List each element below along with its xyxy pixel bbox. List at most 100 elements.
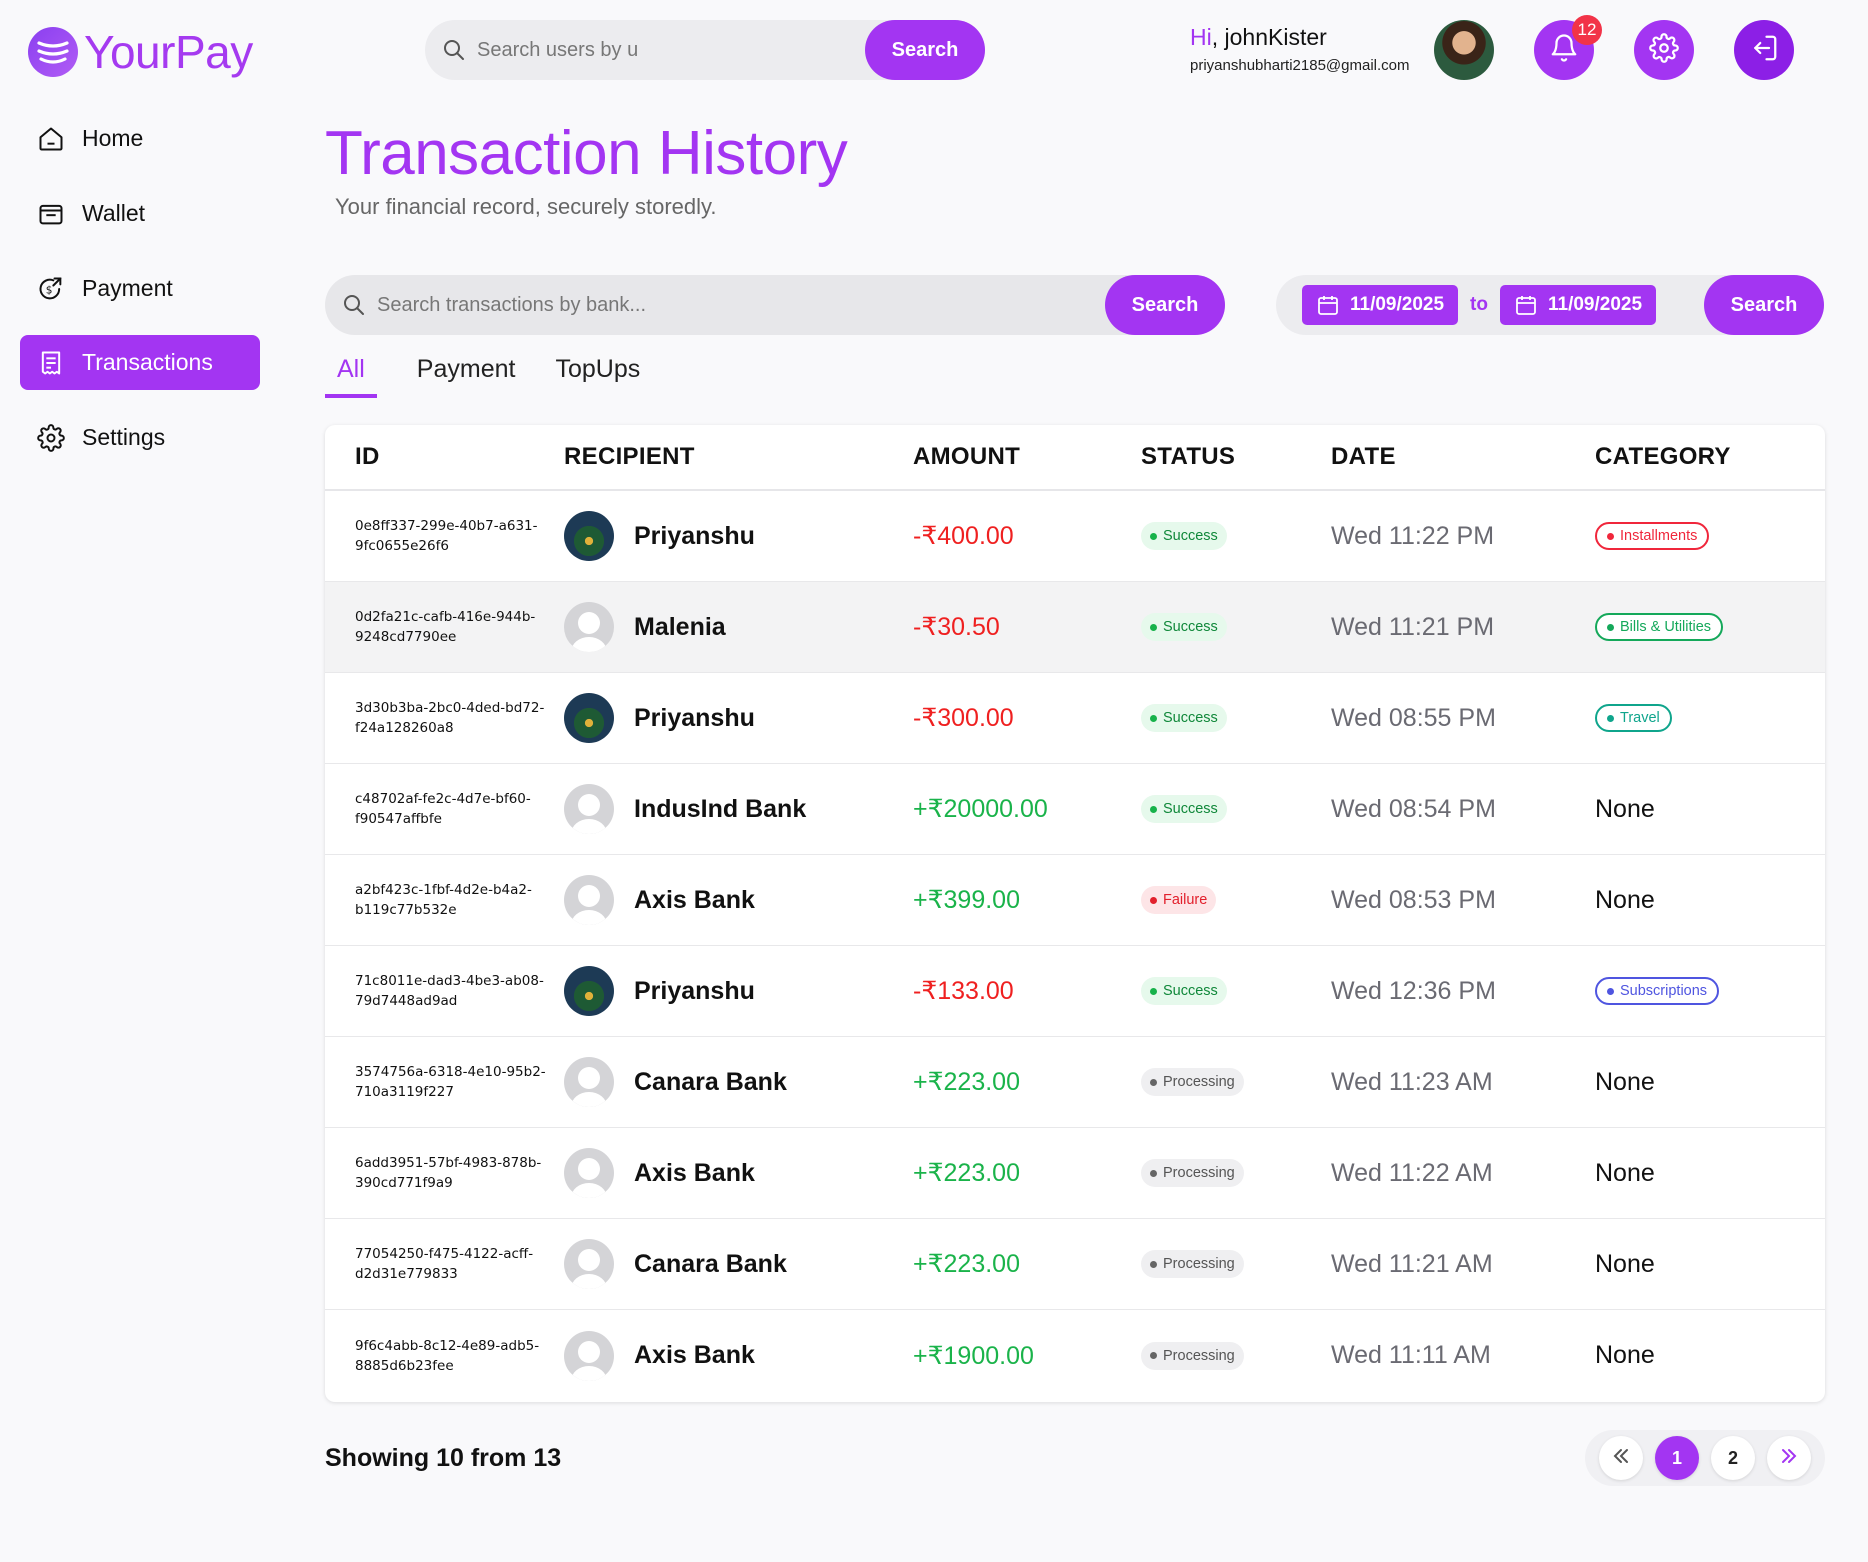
recipient-avatar [564, 1148, 614, 1198]
status-label: Processing [1163, 1165, 1235, 1181]
page-button-1[interactable]: 1 [1655, 1436, 1699, 1480]
category-cell: Bills & Utilities [1595, 613, 1825, 641]
table-row[interactable]: 0d2fa21c-cafb-416e-944b- 9248cd7790ee Male… [325, 582, 1825, 673]
category-cell: None [1595, 1341, 1825, 1370]
column-header-date: DATE [1331, 443, 1396, 470]
recipient-name: Canara Bank [634, 1067, 787, 1096]
transactions-table: ID RECIPIENT AMOUNT STATUS DATE CATEGORY… [325, 425, 1825, 1402]
tab-all[interactable]: All [325, 355, 377, 398]
transaction-amount: +₹223.00 [913, 1068, 1020, 1096]
date-from-picker[interactable]: 11/09/2025 [1302, 285, 1459, 325]
date-to-picker[interactable]: 11/09/2025 [1499, 285, 1657, 325]
transaction-id: a2bf423c-1fbf-4d2e-b4a2- b119c77b532e [355, 882, 532, 918]
sidebar-item-settings[interactable]: Settings [20, 410, 260, 465]
tab-topups[interactable]: TopUps [555, 355, 640, 398]
status-label: Failure [1163, 892, 1208, 908]
table-row[interactable]: 9f6c4abb-8c12-4e89-adb5- 8885d6b23fee Axis… [325, 1310, 1825, 1401]
category-cell: None [1595, 1068, 1825, 1097]
table-body: 0e8ff337-299e-40b7-a631- 9fc0655e26f6 Priy… [325, 491, 1825, 1401]
transaction-date: Wed 08:54 PM [1331, 794, 1496, 823]
wallet-icon [36, 200, 66, 228]
category-label: Installments [1620, 528, 1698, 544]
status-cell: Success [1141, 704, 1331, 732]
table-row[interactable]: 3574756a-6318-4e10-95b2- 710a3119f227 Cana… [325, 1037, 1825, 1128]
last-page-button[interactable] [1767, 1436, 1811, 1480]
recipient-avatar [564, 1330, 614, 1381]
status-badge: Success [1141, 704, 1227, 732]
category-dot [1607, 987, 1614, 995]
status-cell: Success [1141, 613, 1331, 641]
status-dot [1150, 1260, 1157, 1268]
user-email: priyanshubharti2185@gmail.com [1190, 57, 1410, 74]
transaction-date: Wed 12:36 PM [1331, 976, 1496, 1005]
tab-payment[interactable]: Payment [417, 355, 516, 398]
search-icon [439, 39, 469, 61]
recipient-cell: Axis Bank [564, 875, 913, 925]
recipient-name: Priyanshu [634, 703, 755, 732]
status-dot [1150, 987, 1157, 995]
recipient-cell: Axis Bank [564, 1330, 913, 1381]
transaction-id: 0d2fa21c-cafb-416e-944b- 9248cd7790ee [355, 609, 536, 645]
status-label: Processing [1163, 1347, 1235, 1364]
transaction-search-input[interactable] [377, 293, 1105, 317]
greeting-prefix: Hi [1190, 24, 1212, 50]
logout-button[interactable] [1734, 20, 1794, 80]
category-label: None [1595, 1067, 1655, 1096]
sidebar-item-transactions[interactable]: Transactions [20, 335, 260, 390]
status-label: Success [1163, 528, 1218, 544]
page-button-2[interactable]: 2 [1711, 1436, 1755, 1480]
table-row[interactable]: 77054250-f475-4122-acff-d2d31e779833 Cana… [325, 1219, 1825, 1310]
sidebar-item-label: Transactions [82, 349, 213, 375]
transaction-amount: -₹400.00 [913, 522, 1014, 550]
recipient-name: Axis Bank [634, 1158, 755, 1187]
transaction-amount: +₹223.00 [913, 1159, 1020, 1187]
date-search-button[interactable]: Search [1704, 275, 1824, 335]
logout-icon [1749, 33, 1779, 68]
transaction-date: Wed 08:53 PM [1331, 885, 1496, 914]
table-row[interactable]: c48702af-fe2c-4d7e-bf60- f90547affbfe Indu… [325, 764, 1825, 855]
status-dot [1150, 805, 1157, 813]
status-dot [1150, 532, 1157, 540]
sidebar-item-home[interactable]: Home [20, 111, 260, 166]
transaction-id: 3d30b3ba-2bc0-4ded-bd72- f24a128260a8 [355, 700, 545, 736]
category-dot [1607, 532, 1614, 540]
recipient-cell: Priyanshu [564, 693, 913, 743]
transaction-amount: -₹30.50 [913, 613, 1000, 641]
status-label: Processing [1163, 1074, 1235, 1090]
recipient-avatar [564, 511, 614, 561]
avatar[interactable] [1434, 20, 1494, 80]
settings-button[interactable] [1634, 20, 1694, 80]
transaction-id: 9f6c4abb-8c12-4e89-adb5- 8885d6b23fee [355, 1337, 540, 1374]
user-search-input[interactable] [477, 38, 865, 62]
user-greeting: Hi, johnKister [1190, 24, 1327, 50]
transaction-id: 3574756a-6318-4e10-95b2- 710a3119f227 [355, 1064, 546, 1100]
table-row[interactable]: a2bf423c-1fbf-4d2e-b4a2- b119c77b532e Axis… [325, 855, 1825, 946]
status-badge: Success [1141, 522, 1227, 550]
sidebar-item-label: Wallet [82, 200, 146, 226]
recipient-name: Priyanshu [634, 976, 755, 1005]
brand-logo[interactable]: YourPay [28, 25, 253, 79]
transaction-id: 71c8011e-dad3-4be3-ab08- 79d7448ad9ad [355, 973, 544, 1009]
sidebar-item-payment[interactable]: $ Payment [20, 261, 260, 316]
recipient-cell: Axis Bank [564, 1148, 913, 1198]
status-label: Success [1163, 983, 1218, 999]
notification-badge: 12 [1572, 15, 1602, 45]
sidebar-item-wallet[interactable]: Wallet [20, 186, 260, 241]
first-page-button[interactable] [1599, 1436, 1643, 1480]
user-search-button[interactable]: Search [865, 20, 985, 80]
transaction-date: Wed 11:21 PM [1331, 612, 1495, 641]
table-row[interactable]: 0e8ff337-299e-40b7-a631- 9fc0655e26f6 Priy… [325, 491, 1825, 582]
transaction-date: Wed 11:22 AM [1331, 1158, 1493, 1187]
column-header-id: ID [355, 443, 380, 470]
recipient-avatar [564, 693, 614, 743]
table-row[interactable]: 3d30b3ba-2bc0-4ded-bd72- f24a128260a8 Priy… [325, 673, 1825, 764]
transaction-id: c48702af-fe2c-4d7e-bf60- f90547affbfe [355, 791, 531, 827]
table-row[interactable]: 71c8011e-dad3-4be3-ab08- 79d7448ad9ad Priy… [325, 946, 1825, 1037]
brand-name: YourPay [84, 26, 253, 78]
transaction-search-button[interactable]: Search [1105, 275, 1225, 335]
date-to-value: 11/09/2025 [1547, 294, 1643, 315]
sidebar-item-label: Settings [82, 424, 166, 450]
calendar-icon [1514, 293, 1538, 317]
recipient-name: Canara Bank [634, 1249, 787, 1278]
table-row[interactable]: 6add3951-57bf-4983-878b- 390cd771f9a9 Axis… [325, 1128, 1825, 1219]
